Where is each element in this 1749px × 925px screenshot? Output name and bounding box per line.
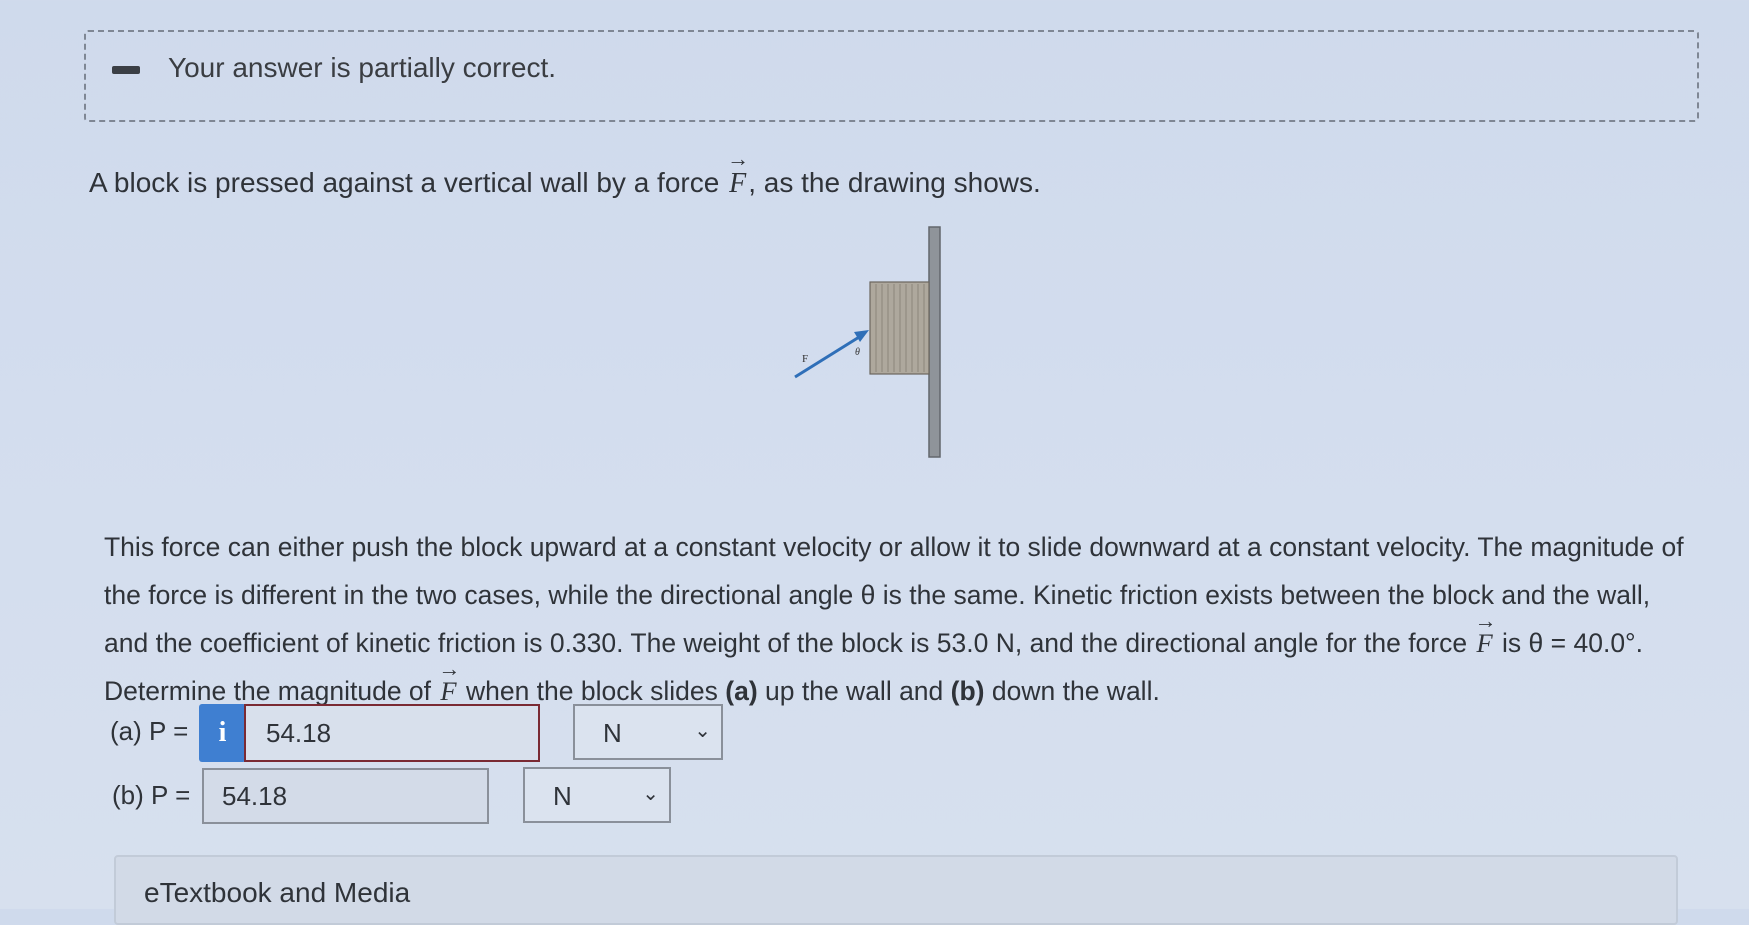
etextbook-media-panel[interactable]: eTextbook and Media <box>114 855 1678 925</box>
chevron-down-icon: ⌄ <box>642 783 659 805</box>
answer-b-unit-select[interactable]: N ⌄ <box>523 767 671 823</box>
problem-intro: A block is pressed against a vertical wa… <box>89 146 1041 200</box>
info-icon[interactable]: i <box>199 704 246 762</box>
feedback-box: Your answer is partially correct. <box>84 30 1699 122</box>
intro-post: , as the drawing shows. <box>748 167 1041 198</box>
answer-b-unit: N <box>553 781 572 811</box>
force-vector-symbol-2: F <box>1474 597 1496 667</box>
block-wall-diagram: F θ <box>794 226 941 458</box>
answer-b-label: (b) P = <box>112 780 191 810</box>
part-a-text: up the wall and <box>765 676 944 706</box>
chevron-down-icon: ⌄ <box>694 720 711 742</box>
part-b-tag: (b) <box>950 676 985 706</box>
force-vector-symbol: F <box>727 146 749 200</box>
problem-sentence-3: when the block slides <box>465 676 718 706</box>
etextbook-media-label: eTextbook and Media <box>144 877 411 908</box>
force-label: F <box>802 353 808 365</box>
problem-text: This force can either push the block upw… <box>104 523 1694 715</box>
answer-a-unit: N <box>603 718 622 748</box>
wall <box>928 226 941 458</box>
angle-label: θ <box>855 347 860 358</box>
minus-icon <box>112 66 140 74</box>
intro-pre: A block is pressed against a vertical wa… <box>89 167 720 198</box>
part-b-text: down the wall. <box>991 676 1160 706</box>
answer-a-label: (a) P = <box>110 716 189 746</box>
problem-sentence-1: This force can either push the block upw… <box>104 532 1684 658</box>
answer-a-unit-select[interactable]: N ⌄ <box>573 704 723 760</box>
part-a-tag: (a) <box>725 676 758 706</box>
answer-b-input[interactable]: 54.18 <box>202 768 489 824</box>
feedback-message: Your answer is partially correct. <box>168 52 557 83</box>
answer-a-input[interactable]: 54.18 <box>244 704 540 762</box>
